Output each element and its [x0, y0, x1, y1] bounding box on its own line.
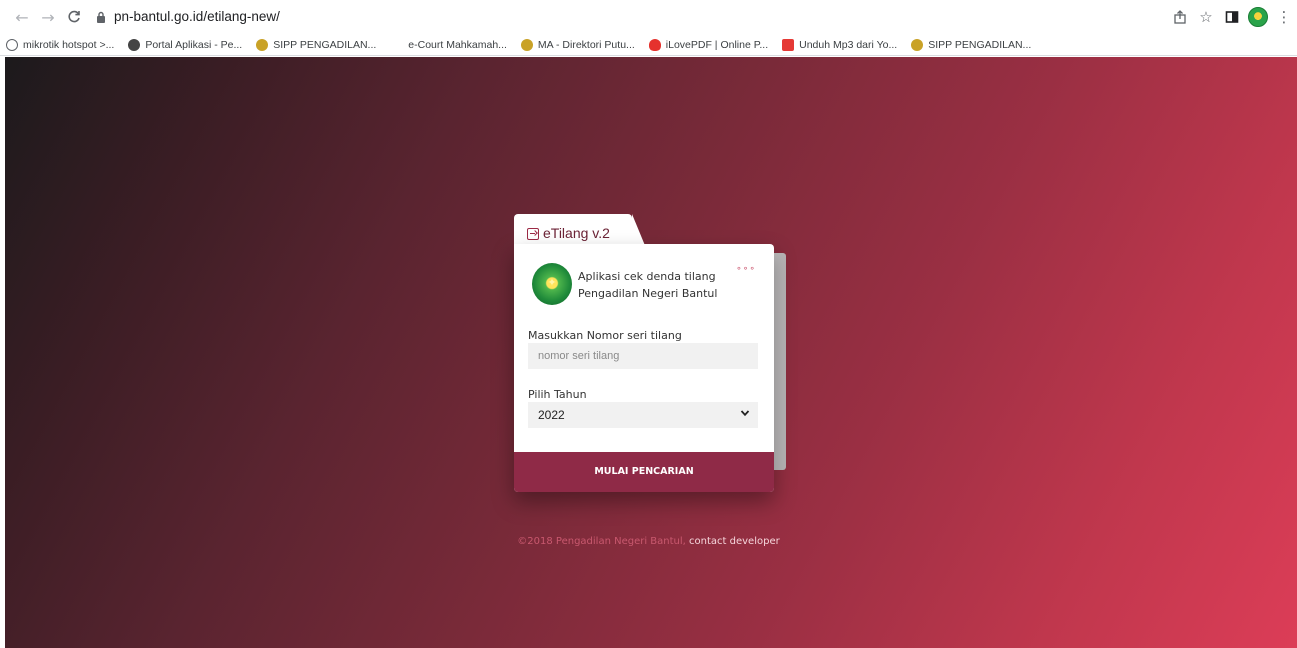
bookmark-ma-direktori[interactable]: MA - Direktori Putu...	[520, 38, 635, 51]
contact-developer-link[interactable]: contact developer	[689, 536, 780, 547]
serial-number-input[interactable]	[528, 343, 758, 369]
bookmark-label: MA - Direktori Putu...	[537, 38, 635, 51]
reload-icon[interactable]	[64, 7, 84, 27]
bookmark-label: mikrotik hotspot >...	[23, 38, 115, 51]
forward-icon[interactable]: →	[38, 7, 58, 27]
star-icon[interactable]: ☆	[1193, 5, 1219, 29]
bookmark-label: iLovePDF | Online P...	[665, 38, 769, 51]
heart-icon	[648, 38, 661, 51]
bookmark-portal[interactable]: Portal Aplikasi - Pe...	[128, 38, 243, 51]
bookmark-ilovepdf[interactable]: iLovePDF | Online P...	[648, 38, 769, 51]
share-icon[interactable]	[1167, 5, 1193, 29]
court-emblem-logo: ✦	[532, 263, 572, 305]
app-description-line2: Pengadilan Negeri Bantul	[578, 287, 718, 300]
serial-label: Masukkan Nomor seri tilang	[528, 329, 682, 342]
app-description-line1: Aplikasi cek denda tilang	[578, 270, 716, 283]
bookmark-sipp-2[interactable]: SIPP PENGADILAN...	[911, 38, 1032, 51]
download-icon	[782, 38, 795, 51]
bookmark-sipp-1[interactable]: SIPP PENGADILAN...	[256, 38, 377, 51]
bookmark-label: SIPP PENGADILAN...	[273, 38, 377, 51]
login-icon	[527, 228, 539, 240]
sidepanel-icon[interactable]	[1219, 5, 1245, 29]
bookmark-label: e-Court Mahkamah...	[408, 38, 507, 51]
bookmark-label: Portal Aplikasi - Pe...	[145, 38, 243, 51]
globe-icon	[128, 38, 141, 51]
emblem-star-icon: ✦	[547, 276, 557, 289]
app-title: eTilang v.2	[543, 225, 610, 241]
app-tab: eTilang v.2	[514, 214, 646, 248]
sipp-icon	[911, 38, 924, 51]
bookmark-label: SIPP PENGADILAN...	[928, 38, 1032, 51]
bookmark-label: Unduh Mp3 dari Yo...	[799, 38, 898, 51]
lock-icon[interactable]	[96, 11, 106, 23]
bookmark-mikrotik[interactable]: mikrotik hotspot >...	[6, 38, 115, 51]
start-search-button[interactable]: MULAI PENCARIAN	[514, 452, 774, 492]
year-value: 2022	[538, 408, 565, 422]
ma-icon	[520, 38, 533, 51]
bookmark-unduh-mp3[interactable]: Unduh Mp3 dari Yo...	[782, 38, 898, 51]
address-bar[interactable]: pn-bantul.go.id/etilang-new/	[114, 9, 280, 24]
bookmark-ecourt[interactable]: e-Court Mahkamah...	[408, 39, 507, 51]
back-icon[interactable]: ←	[12, 7, 32, 27]
footer-copyright: ©2018 Pengadilan Negeri Bantul,	[517, 536, 686, 547]
browser-toolbar: ← → pn-bantul.go.id/etilang-new/ ☆ ⋮	[0, 0, 1297, 34]
toolbar-actions: ☆ ⋮	[1167, 5, 1297, 29]
bookmarks-bar: mikrotik hotspot >... Portal Aplikasi - …	[0, 34, 1297, 56]
profile-avatar[interactable]	[1245, 5, 1271, 29]
footer: ©2018 Pengadilan Negeri Bantul, contact …	[0, 536, 1297, 547]
sipp-icon	[256, 38, 269, 51]
year-select[interactable]: 2022	[528, 402, 758, 428]
chevron-down-icon	[740, 410, 750, 417]
menu-icon[interactable]: ⋮	[1271, 5, 1297, 29]
year-label: Pilih Tahun	[528, 388, 587, 401]
more-dots-icon[interactable]: ∘∘∘	[736, 264, 756, 274]
bookmark-mikrotik-icon	[6, 38, 18, 51]
search-card: ✦ Aplikasi cek denda tilang Pengadilan N…	[514, 244, 774, 492]
